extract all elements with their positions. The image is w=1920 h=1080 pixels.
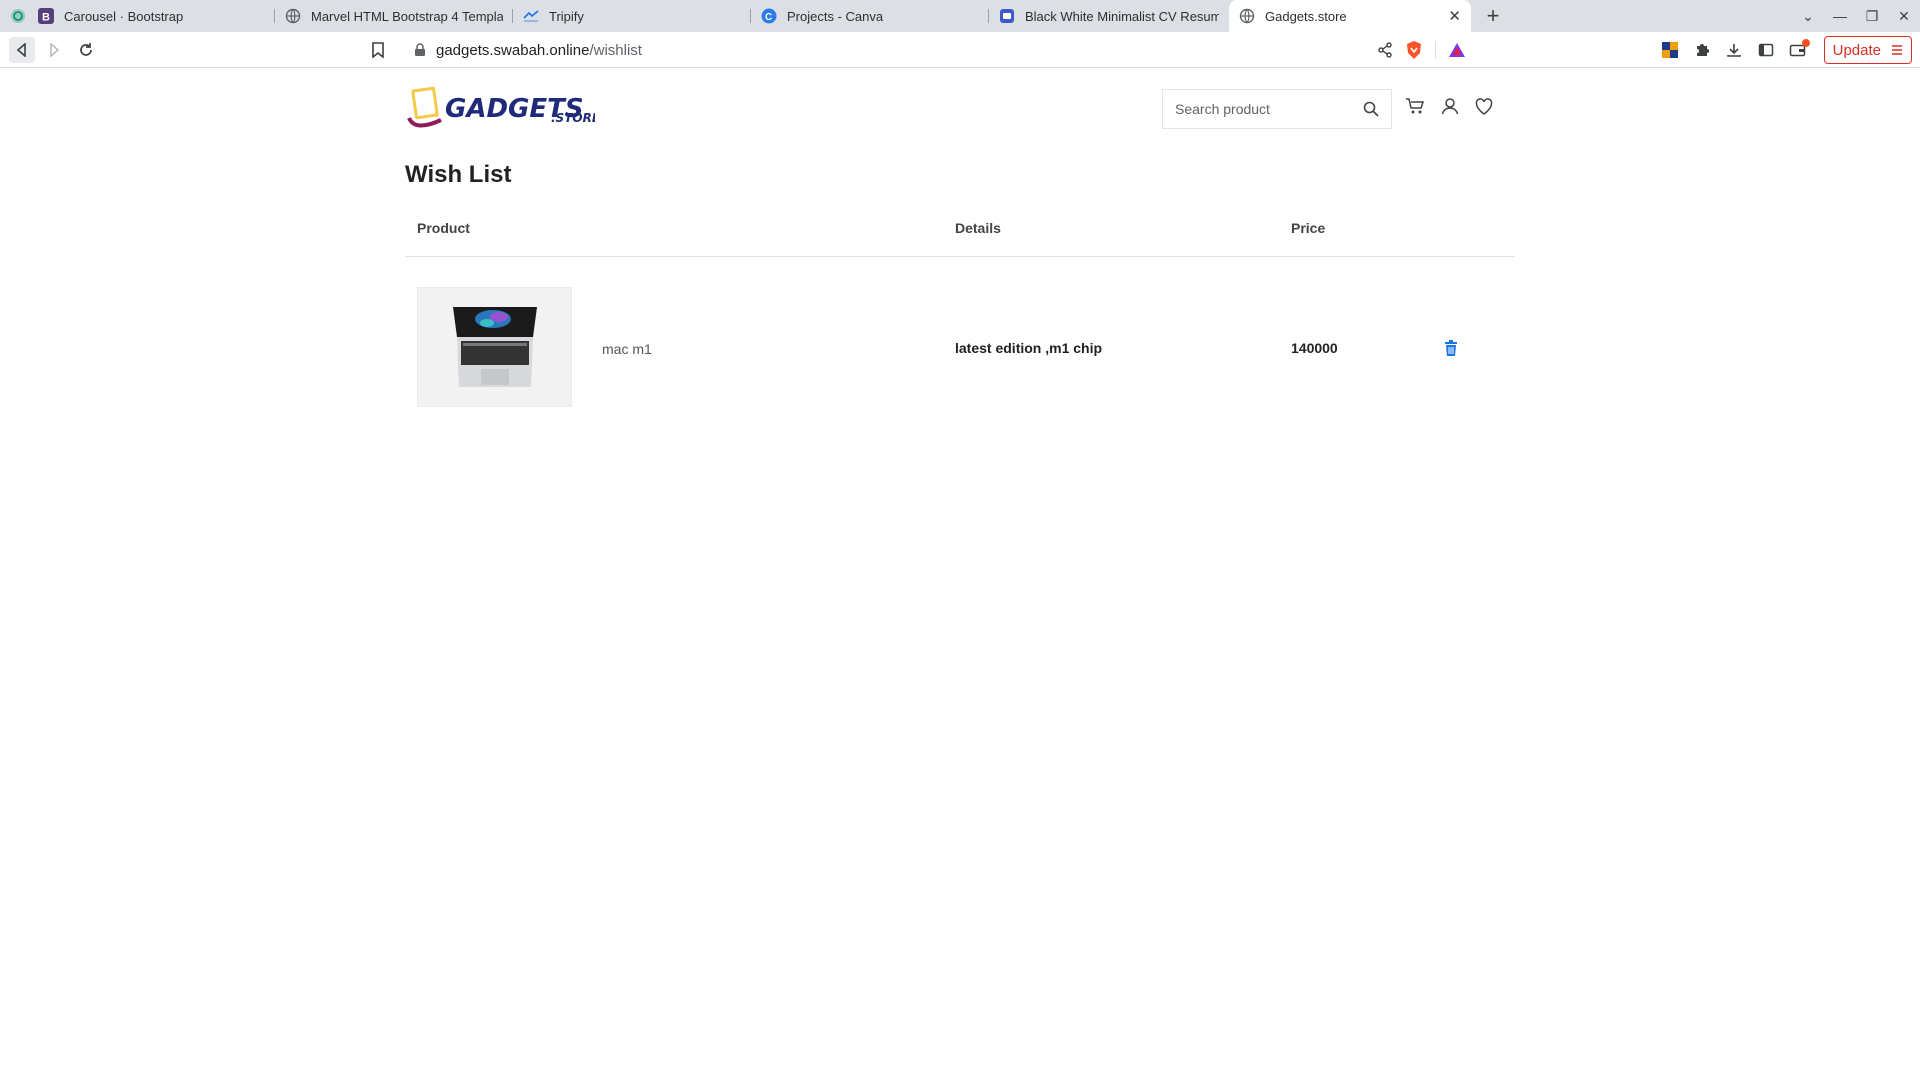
tab-title: Tripify [549,8,584,24]
column-header-product: Product [417,220,470,236]
tab-title: Gadgets.store [1265,8,1347,24]
table-header: Product Details Price [405,201,1515,257]
table-row: mac m1 latest edition ,m1 chip 140000 [405,257,1515,407]
logo-suffix: .STORE [551,111,595,125]
lock-icon [415,43,425,56]
reload-button[interactable] [73,37,99,63]
search-box [1162,89,1392,129]
column-header-details: Details [955,220,1001,236]
extensions-area: Update [1654,32,1920,68]
wishlist-table: Product Details Price mac m1 latest edit… [405,201,1515,407]
url-host: gadgets.swabah.online [436,41,590,59]
update-label: Update [1832,41,1881,59]
wishlist-heart-icon[interactable] [1475,97,1493,115]
gadgets-store-logo-icon: GADGETS .STORE [407,86,601,128]
site-header: GADGETS .STORE [405,69,1515,179]
close-window-icon[interactable]: ✕ [1888,8,1920,25]
tripify-icon [523,8,539,24]
window-controls: ⌄ — ❐ ✕ [1792,0,1920,32]
omnibox-divider [1435,41,1436,59]
tab-title: Marvel HTML Bootstrap 4 Template [311,8,503,24]
search-icon[interactable] [1363,101,1379,117]
tab-gadgets-store[interactable]: Gadgets.store ✕ [1229,0,1471,32]
bootstrap-icon: B [38,8,54,24]
wallet-icon[interactable] [1782,32,1814,68]
tab-search-chevron-icon[interactable]: ⌄ [1792,8,1824,25]
canva-doc-icon [999,8,1015,24]
globe-icon [1239,8,1255,24]
address-bar[interactable]: gadgets.swabah.online/wishlist [398,34,1478,66]
tab-canva-projects[interactable]: C Projects - Canva [751,0,989,32]
sidebar-toggle-icon[interactable] [1750,32,1782,68]
tab-tripify[interactable]: Tripify [513,0,751,32]
back-button[interactable] [9,37,35,63]
column-header-price: Price [1291,220,1326,236]
tab-title: Projects - Canva [787,8,884,24]
back-arrow-icon [16,43,26,57]
bookmark-button[interactable] [365,37,391,63]
svg-text:B: B [42,12,50,24]
remove-from-wishlist-button[interactable] [1440,337,1462,359]
chatgpt-icon [10,8,26,24]
share-icon[interactable] [1377,42,1393,58]
cart-icon[interactable] [1405,97,1425,115]
globe-icon [285,8,301,24]
canva-icon: C [761,8,777,24]
laptop-image-icon [452,307,537,387]
puzzle-extensions-icon[interactable] [1686,32,1718,68]
hamburger-menu-icon [1892,45,1902,55]
browser-toolbar: gadgets.swabah.online/wishlist Update [0,32,1920,68]
new-tab-button[interactable]: + [1480,3,1506,29]
update-button[interactable]: Update [1823,36,1912,64]
omnibox-actions [1377,34,1478,66]
forward-button[interactable] [41,37,67,63]
product-name[interactable]: mac m1 [602,341,652,357]
brave-rewards-icon[interactable] [1448,42,1466,58]
restore-icon[interactable]: ❐ [1856,8,1888,25]
bookmark-icon [372,42,384,58]
header-icons [1405,97,1493,115]
trash-icon [1445,340,1457,356]
page-content: GADGETS .STORE Wish List Product Details… [0,69,1920,1080]
url-path: /wishlist [589,41,642,59]
site-logo[interactable]: GADGETS .STORE [405,84,601,134]
forward-arrow-icon [50,43,60,57]
download-icon[interactable] [1718,32,1750,68]
minimize-icon[interactable]: — [1824,8,1856,24]
product-details: latest edition ,m1 chip [955,340,1103,356]
user-account-icon[interactable] [1441,97,1459,115]
notification-dot [1801,39,1810,47]
tab-carousel-bootstrap[interactable]: B Carousel · Bootstrap [0,0,275,32]
browser-tab-strip: B Carousel · Bootstrap Marvel HTML Boots… [0,0,1920,32]
reload-icon [80,43,92,56]
product-image[interactable] [417,287,572,407]
close-tab-icon[interactable]: ✕ [1440,7,1461,25]
main-container: GADGETS .STORE Wish List Product Details… [405,69,1515,407]
tab-title: Black White Minimalist CV Resume [1025,8,1219,24]
product-price: 140000 [1291,340,1338,356]
url-text: gadgets.swabah.online/wishlist [436,42,642,59]
tab-title: Carousel · Bootstrap [64,8,184,24]
svg-text:C: C [765,12,772,23]
search-input[interactable] [1163,90,1353,128]
tab-marvel-template[interactable]: Marvel HTML Bootstrap 4 Template [275,0,513,32]
extension-colorful-icon[interactable] [1654,32,1686,68]
brave-shield-icon[interactable] [1405,40,1423,60]
page-title: Wish List [405,161,512,188]
tab-cv-resume[interactable]: Black White Minimalist CV Resume [989,0,1229,32]
